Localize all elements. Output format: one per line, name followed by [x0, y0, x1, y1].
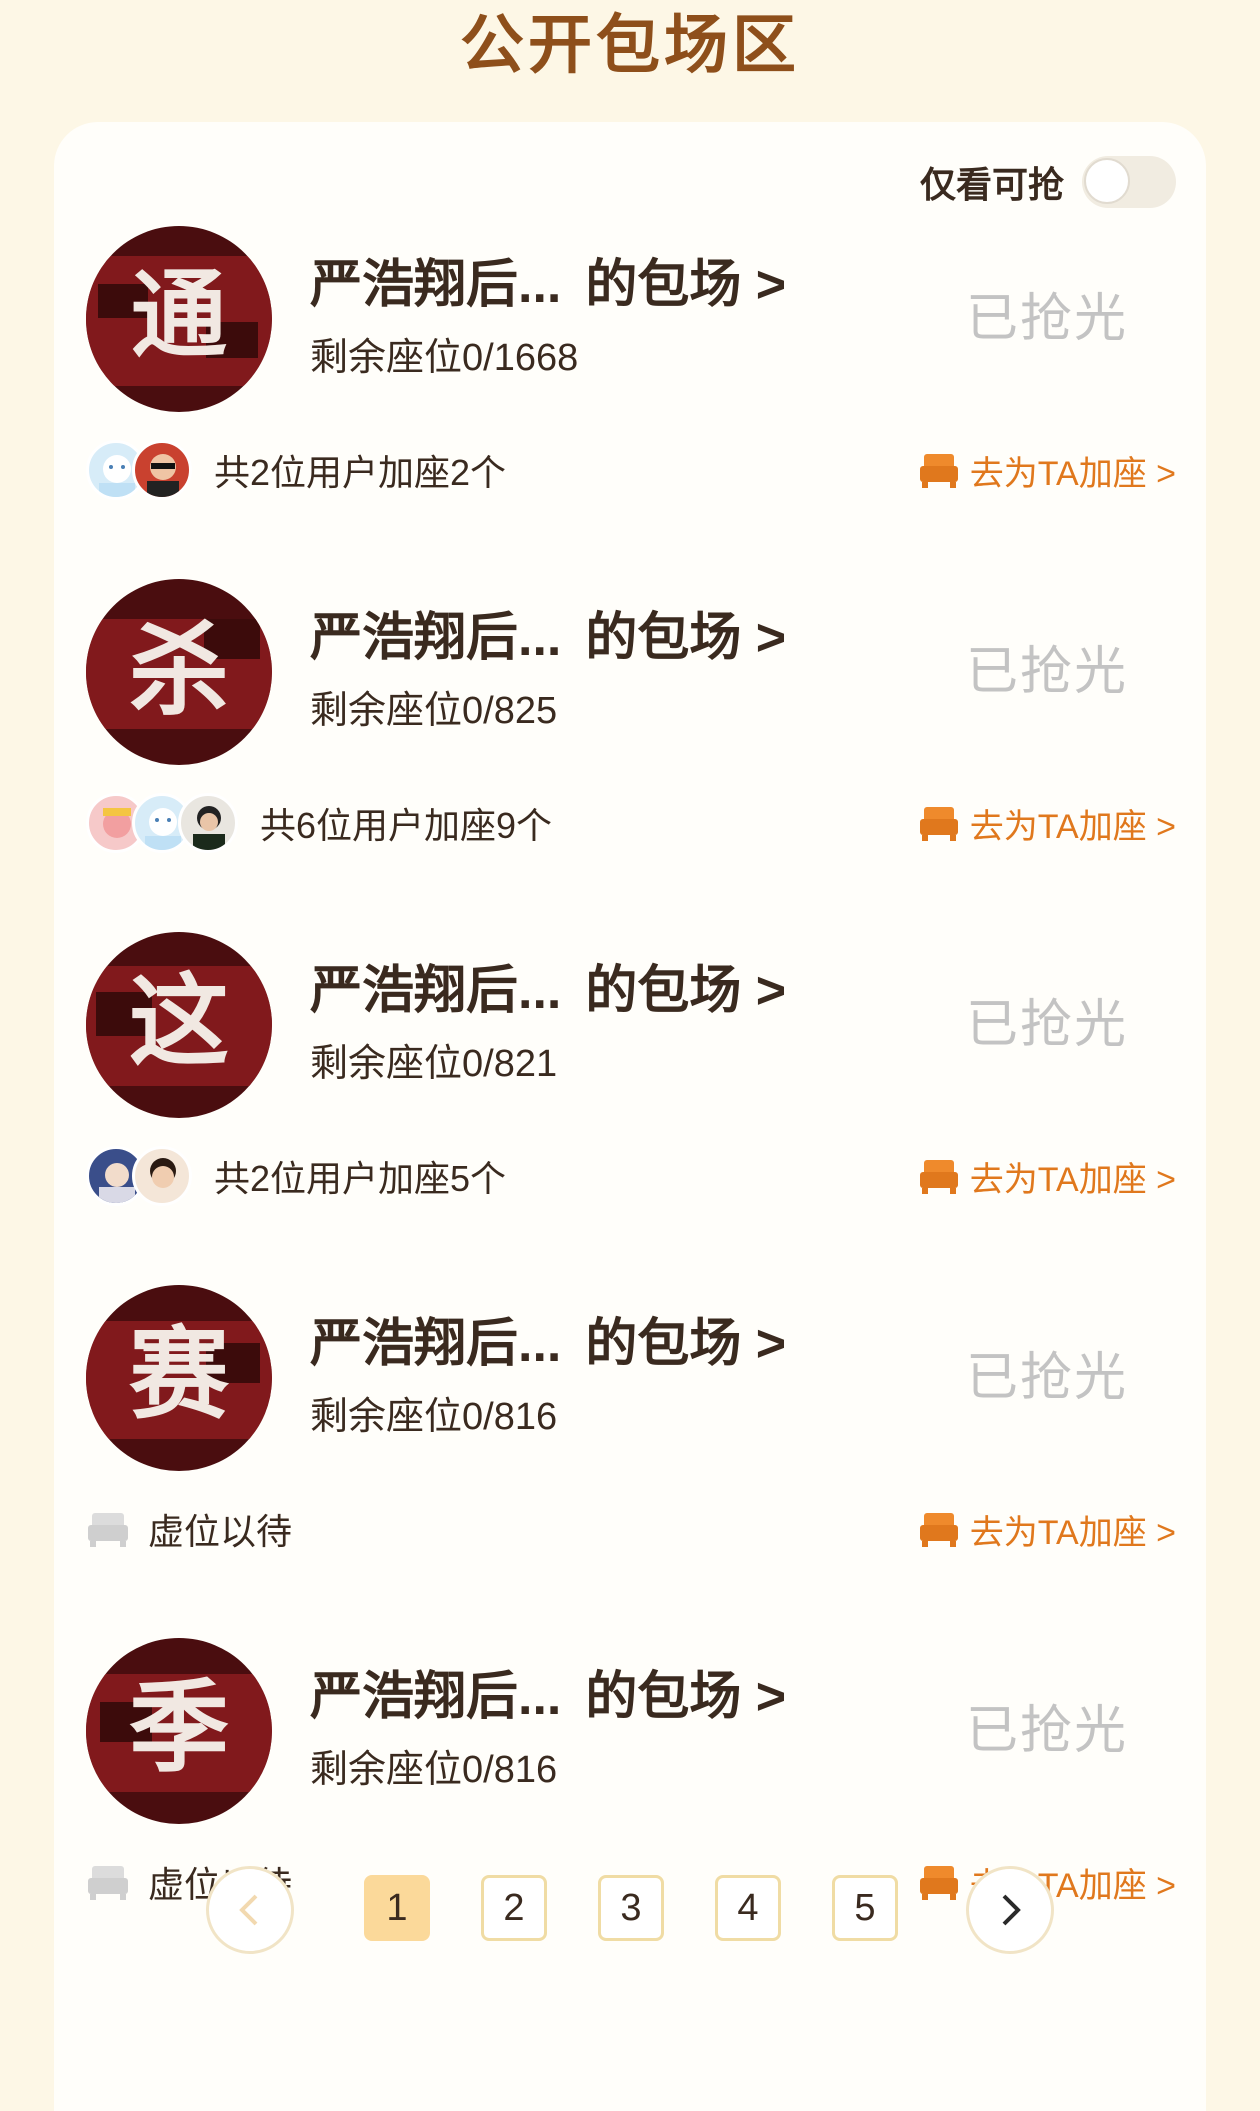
booking-item[interactable]: 杀 严浩翔后... 的包场 > 剩余座位0/825 已抢光 共6位用户加座9个 [54, 575, 1206, 905]
sold-out-label: 已抢光 [965, 643, 1128, 701]
join-summary: 共2位用户加座5个 [214, 1158, 507, 1199]
joined-users-avatars [86, 440, 192, 500]
filter-label: 仅看可抢 [919, 164, 1064, 205]
page-3-button[interactable]: 3 [598, 1875, 664, 1941]
pagination: 1 2 3 4 5 [150, 1860, 1054, 1960]
remaining-seats: 剩余座位0/816 [310, 1396, 558, 1438]
booking-avatar[interactable]: 季 [86, 1638, 272, 1824]
sold-out-label: 已抢光 [965, 290, 1128, 348]
next-page-button[interactable] [966, 1866, 1054, 1954]
sofa-icon [919, 1513, 958, 1547]
filter-available-only[interactable]: 仅看可抢 [920, 154, 1176, 210]
sofa-icon [919, 1160, 958, 1194]
page-2-button[interactable]: 2 [481, 1875, 547, 1941]
booking-item[interactable]: 赛 严浩翔后... 的包场 > 剩余座位0/816 已抢光 虚位以待 去为TA加… [54, 1281, 1206, 1611]
booking-title[interactable]: 严浩翔后... 的包场 > [310, 595, 786, 670]
booking-title[interactable]: 严浩翔后... 的包场 > [310, 948, 786, 1023]
booking-item[interactable]: 这 严浩翔后... 的包场 > 剩余座位0/821 已抢光 共2位用户加座5个 [54, 928, 1206, 1258]
remaining-seats: 剩余座位0/821 [310, 1043, 558, 1085]
empty-seat-icon [88, 1866, 128, 1900]
avatar-char: 通 [131, 258, 227, 371]
empty-slot-text: 虚位以待 [148, 1511, 293, 1552]
empty-seat-icon [88, 1513, 128, 1547]
add-seat-link[interactable]: 去为TA加座 > [918, 1152, 1176, 1201]
joined-users-avatars [86, 793, 238, 853]
booking-avatar[interactable]: 这 [86, 932, 272, 1118]
joined-users-avatars [86, 1146, 192, 1206]
booking-title[interactable]: 严浩翔后... 的包场 > [310, 1654, 786, 1729]
booking-list-card: 仅看可抢 通 严浩翔后... 的包场 > 剩余座位0/1668 已抢光 共2位用… [54, 122, 1206, 2111]
join-summary: 共6位用户加座9个 [260, 805, 553, 846]
page-4-button[interactable]: 4 [715, 1875, 781, 1941]
booking-avatar[interactable]: 杀 [86, 579, 272, 765]
avatar-char: 杀 [129, 611, 229, 729]
avatar-char: 这 [129, 962, 229, 1080]
add-seat-link[interactable]: 去为TA加座 > [918, 446, 1176, 495]
booking-title[interactable]: 严浩翔后... 的包场 > [310, 1301, 786, 1376]
user-avatar [178, 793, 238, 853]
page-title: 公开包场区 [460, 9, 800, 81]
prev-page-button[interactable] [206, 1866, 294, 1954]
remaining-seats: 剩余座位0/816 [310, 1749, 558, 1791]
booking-title[interactable]: 严浩翔后... 的包场 > [310, 242, 786, 317]
avatar-char: 季 [129, 1668, 229, 1786]
add-seat-link[interactable]: 去为TA加座 > [918, 799, 1176, 848]
page-5-button[interactable]: 5 [832, 1875, 898, 1941]
chevron-right-icon [1002, 1894, 1021, 1926]
sofa-icon [919, 454, 958, 488]
page-1-button[interactable]: 1 [364, 1875, 430, 1941]
booking-item[interactable]: 通 严浩翔后... 的包场 > 剩余座位0/1668 已抢光 共2位用户加座2个 [54, 222, 1206, 552]
remaining-seats: 剩余座位0/825 [310, 690, 558, 732]
sold-out-label: 已抢光 [965, 1349, 1128, 1407]
sofa-icon [919, 807, 958, 841]
booking-avatar[interactable]: 赛 [86, 1285, 272, 1471]
sold-out-label: 已抢光 [965, 996, 1128, 1054]
toggle-knob [1084, 158, 1130, 204]
join-summary: 共2位用户加座2个 [214, 452, 507, 493]
remaining-seats: 剩余座位0/1668 [310, 337, 579, 379]
sold-out-label: 已抢光 [965, 1702, 1128, 1760]
available-only-toggle[interactable] [1082, 156, 1176, 208]
user-avatar [132, 440, 192, 500]
avatar-char: 赛 [129, 1315, 230, 1433]
booking-avatar[interactable]: 通 [86, 226, 272, 412]
add-seat-link[interactable]: 去为TA加座 > [918, 1505, 1176, 1554]
user-avatar [132, 1146, 192, 1206]
chevron-left-icon [239, 1894, 258, 1926]
